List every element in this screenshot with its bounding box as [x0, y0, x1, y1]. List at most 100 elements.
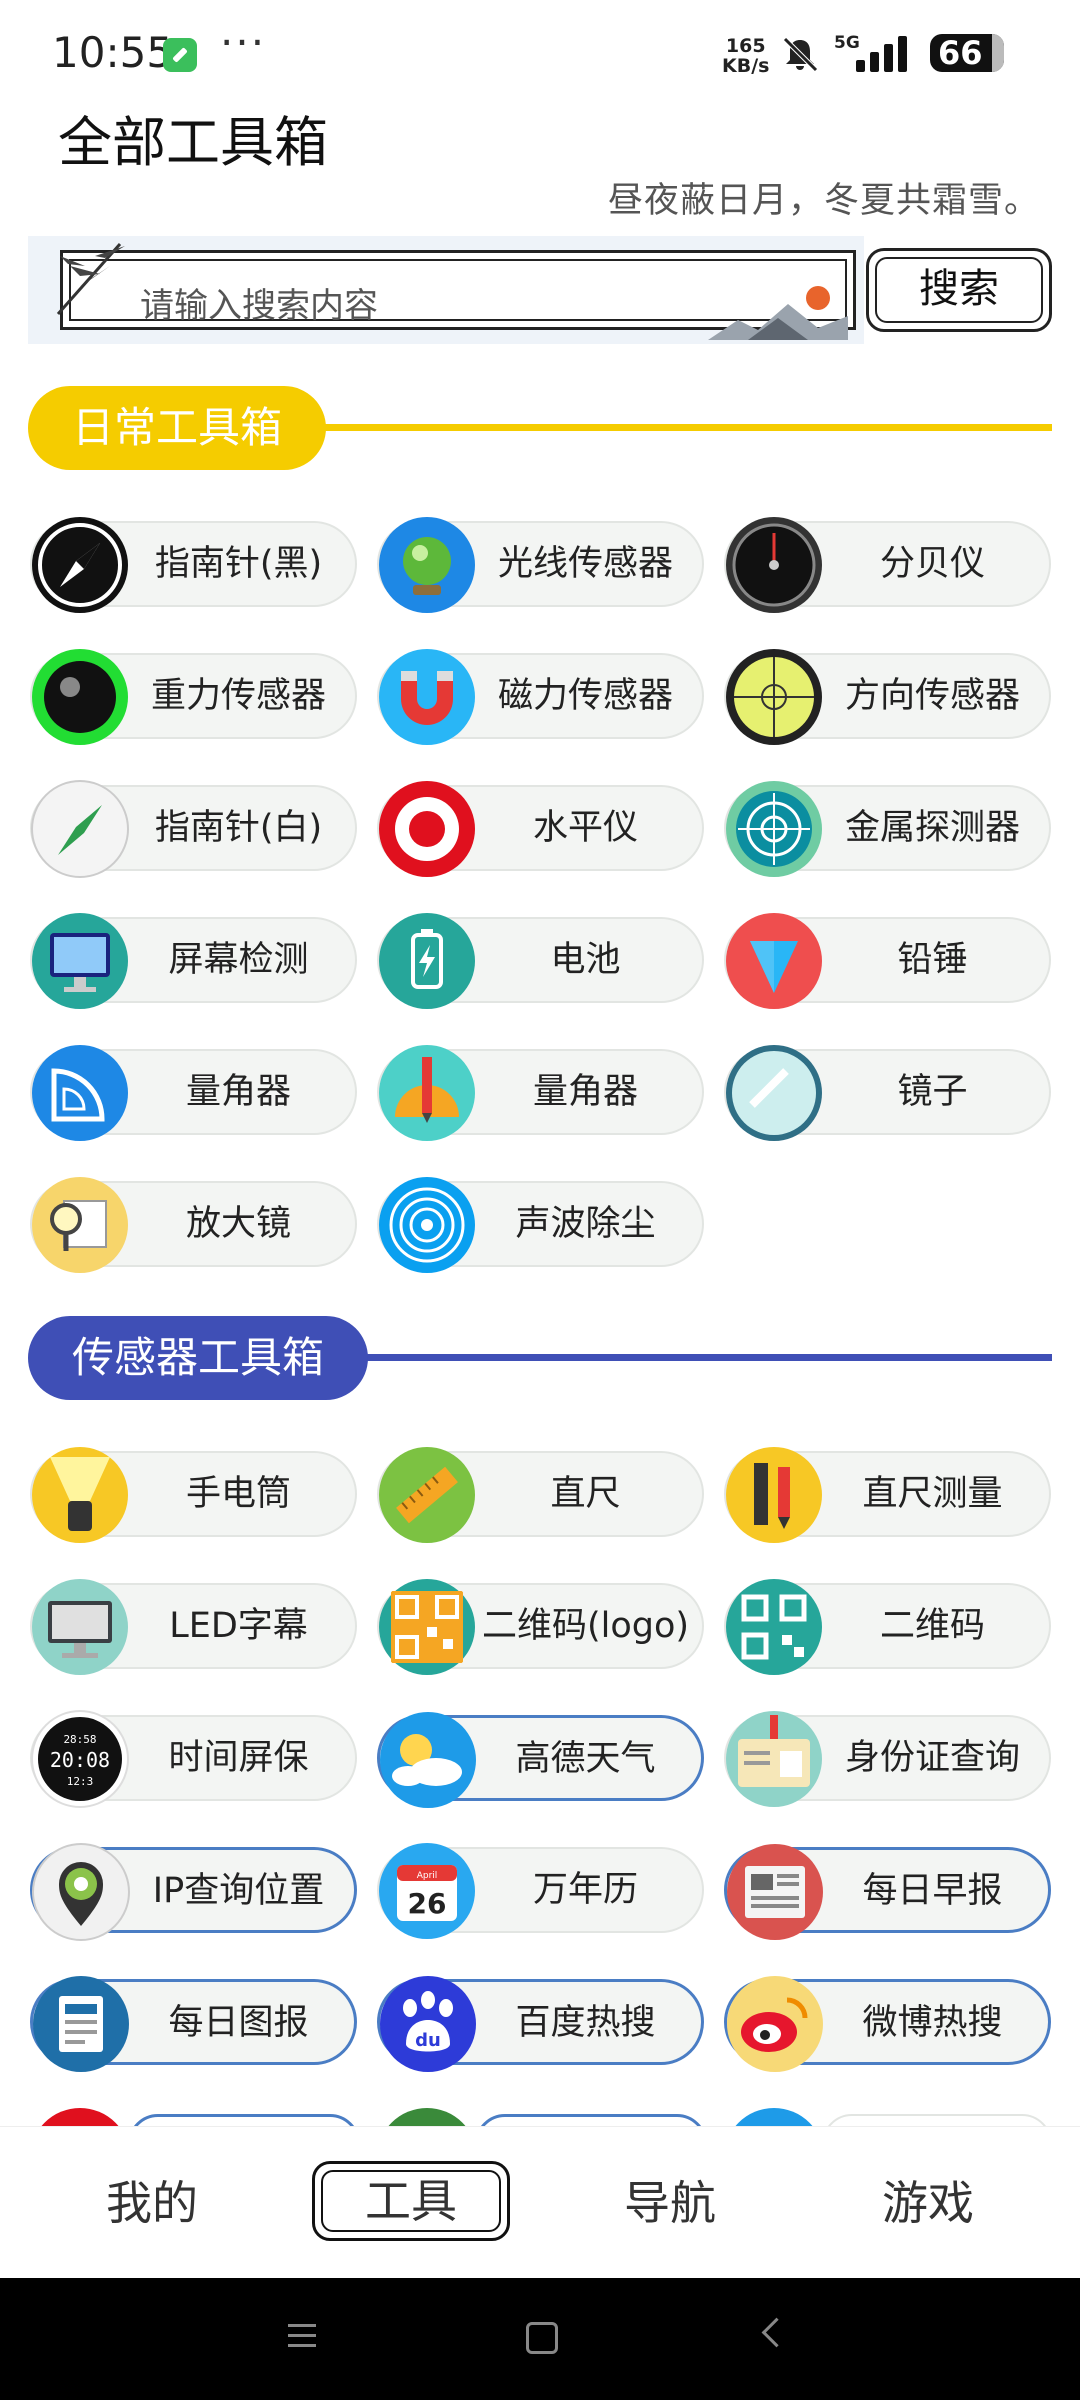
decibel-meter-icon	[726, 517, 822, 613]
tool-led-caption[interactable]: LED字幕	[30, 1579, 357, 1675]
tool-row-partial	[0, 2100, 1080, 2126]
tool-screen-test[interactable]: 屏幕检测	[30, 913, 357, 1009]
tool-baidu-hot[interactable]: du 百度热搜	[377, 1976, 704, 2072]
tool-direction-sensor[interactable]: 方向传感器	[724, 649, 1051, 745]
plumb-bob-icon	[726, 913, 822, 1009]
tool-ip-location[interactable]: IP查询位置	[30, 1843, 357, 1941]
tool-light-sensor[interactable]: 光线传感器	[377, 517, 704, 613]
newspaper-icon	[727, 1844, 823, 1940]
tool-plumb-bob[interactable]: 铅锤	[724, 913, 1051, 1009]
slogan: 昼夜蔽日月，冬夏共霜雪。	[607, 181, 1040, 221]
metal-detector-icon	[726, 781, 822, 877]
qr-code-icon	[726, 1579, 822, 1675]
tool-label: 屏幕检测	[168, 940, 309, 980]
section-header-daily: 日常工具箱	[28, 386, 1052, 470]
tool-label: 时间屏保	[168, 1738, 309, 1778]
tool-mirror[interactable]: 镜子	[724, 1045, 1051, 1141]
tool-sound-dust[interactable]: 声波除尘	[377, 1177, 704, 1273]
tool-compass-black[interactable]: 指南针(黑)	[30, 517, 357, 613]
compass-white-icon	[31, 780, 129, 878]
network-speed-unit: KB/s	[722, 55, 770, 77]
clock-bottom-text: 12:3	[67, 1775, 94, 1788]
nav-tools[interactable]: 工具	[312, 2161, 510, 2241]
tool-label: 高德天气	[515, 1739, 656, 1779]
clock-main-text: 20:08	[50, 1748, 110, 1772]
search-input[interactable]: 请输入搜索内容	[140, 278, 378, 327]
tool-label: 铅锤	[897, 940, 968, 980]
tool-weather[interactable]: 高德天气	[377, 1712, 704, 1808]
ruler-measure-icon	[726, 1447, 822, 1543]
compass-black-icon	[32, 517, 128, 613]
tool-label: 直尺测量	[862, 1474, 1003, 1514]
tool-grid-daily: 指南针(黑) 光线传感器 分贝仪 重力传感器 磁力传感器 方向传感器 指南针(白…	[30, 517, 1060, 1273]
tool-label: 分贝仪	[879, 544, 985, 584]
tool-ruler[interactable]: 直尺	[377, 1447, 704, 1543]
weather-icon	[380, 1712, 476, 1808]
tool-battery[interactable]: 电池	[377, 913, 704, 1009]
nav-games[interactable]: 游戏	[838, 2167, 1018, 2233]
tool-magnifier[interactable]: 放大镜	[30, 1177, 357, 1273]
signal-icon	[856, 36, 912, 72]
tool-daily-picture[interactable]: 每日图报	[30, 1976, 357, 2072]
tool-label: 百度热搜	[515, 2003, 656, 2043]
calendar-icon: April 26	[379, 1843, 475, 1939]
baidu-logo-text: du	[415, 2030, 441, 2051]
tool-grid-sensors: 手电筒 直尺 直尺测量 LED字幕 二维码(logo) 二维码 28:58 20…	[30, 1447, 1060, 2072]
section-header-sensors: 传感器工具箱	[28, 1316, 1052, 1400]
light-sensor-icon	[379, 517, 475, 613]
tool-label: 身份证查询	[844, 1738, 1020, 1778]
tool-label: 镜子	[897, 1072, 968, 1112]
tool-morning-news[interactable]: 每日早报	[724, 1844, 1051, 1940]
page-title: 全部工具箱	[58, 111, 328, 174]
tool-level[interactable]: 水平仪	[377, 781, 704, 877]
tool-calendar[interactable]: April 26 万年历	[377, 1843, 704, 1939]
bottom-nav: 我的 工具 导航 游戏	[0, 2126, 1080, 2279]
magnifier-icon	[32, 1177, 128, 1273]
tool-label: 量角器	[185, 1072, 291, 1112]
back-icon[interactable]	[761, 2317, 792, 2348]
clock-screensaver-icon: 28:58 20:08 12:3	[31, 1710, 129, 1808]
tool-label: 指南针(黑)	[154, 544, 323, 584]
tool-magnet-sensor[interactable]: 磁力传感器	[377, 649, 704, 745]
tool-label: 指南针(白)	[154, 808, 323, 848]
tool-label: 微博热搜	[862, 2003, 1003, 2043]
flashlight-icon	[32, 1447, 128, 1543]
nav-navigation[interactable]: 导航	[580, 2167, 760, 2233]
tool-label: LED字幕	[169, 1606, 308, 1646]
tool-qr-logo[interactable]: 二维码(logo)	[377, 1579, 704, 1675]
tool-gravity-sensor[interactable]: 重力传感器	[30, 649, 357, 745]
section-divider	[308, 424, 1052, 431]
tool-protractor-2[interactable]: 量角器	[377, 1045, 704, 1141]
wrench-app-icon	[163, 38, 197, 72]
screen-test-icon	[32, 913, 128, 1009]
status-bar: 10:55 ··· 165 KB/s 5G 66	[0, 0, 1080, 100]
tool-protractor[interactable]: 量角器	[30, 1045, 357, 1141]
tool-qr-code[interactable]: 二维码	[724, 1579, 1051, 1675]
tool-metal-detector[interactable]: 金属探测器	[724, 781, 1051, 877]
section-title: 日常工具箱	[28, 386, 327, 470]
tool-label: 金属探测器	[844, 808, 1020, 848]
tool-ruler-measure[interactable]: 直尺测量	[724, 1447, 1051, 1543]
menu-icon[interactable]	[288, 2324, 316, 2347]
tool-flashlight[interactable]: 手电筒	[30, 1447, 357, 1543]
tool-label: 磁力传感器	[497, 676, 673, 716]
tool-label: 放大镜	[185, 1204, 291, 1244]
direction-sensor-icon	[726, 649, 822, 745]
tool-label: 二维码	[879, 1606, 985, 1646]
tool-decibel-meter[interactable]: 分贝仪	[724, 517, 1051, 613]
tool-label: 方向传感器	[844, 676, 1020, 716]
tool-label: 二维码(logo)	[481, 1606, 690, 1646]
nav-mine[interactable]: 我的	[62, 2167, 242, 2233]
tool-label: 手电筒	[185, 1474, 291, 1514]
clock-top-text: 28:58	[63, 1733, 96, 1746]
level-target-icon	[379, 781, 475, 877]
led-monitor-icon	[32, 1579, 128, 1675]
network-speed-value: 165	[725, 35, 766, 57]
tool-id-card[interactable]: 身份证查询	[724, 1711, 1051, 1807]
tool-compass-white[interactable]: 指南针(白)	[30, 780, 357, 878]
home-icon[interactable]	[526, 2322, 558, 2354]
tool-clock-screensaver[interactable]: 28:58 20:08 12:3 时间屏保	[30, 1710, 357, 1808]
search-button[interactable]: 搜索	[866, 248, 1052, 332]
tool-label: 水平仪	[532, 808, 638, 848]
tool-weibo-hot[interactable]: 微博热搜	[724, 1976, 1051, 2072]
